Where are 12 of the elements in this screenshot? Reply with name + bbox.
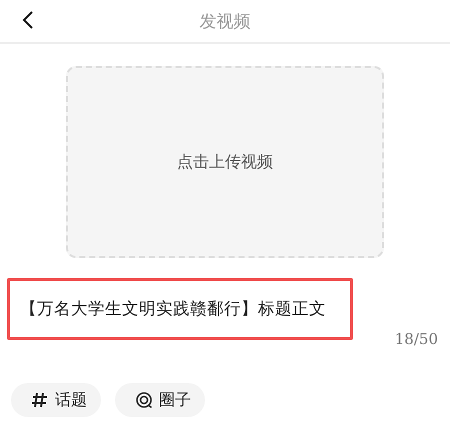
- chip-button[interactable]: 话题: [11, 383, 101, 417]
- upload-label: 点击上传视频: [177, 152, 273, 172]
- hash-icon: [31, 391, 49, 409]
- back-button[interactable]: [22, 10, 34, 30]
- page-title: 发视频: [200, 10, 250, 32]
- back-icon: [22, 10, 34, 30]
- upload-area[interactable]: 点击上传视频: [66, 66, 384, 258]
- title-text: 【万名大学生文明实践赣鄱行】标题正文: [20, 298, 326, 320]
- title-field[interactable]: 【万名大学生文明实践赣鄱行】标题正文: [7, 278, 353, 340]
- character-counter: 18/50: [394, 330, 438, 348]
- chip-button[interactable]: 圈子: [115, 383, 205, 417]
- chat-bubble-icon: [135, 391, 153, 409]
